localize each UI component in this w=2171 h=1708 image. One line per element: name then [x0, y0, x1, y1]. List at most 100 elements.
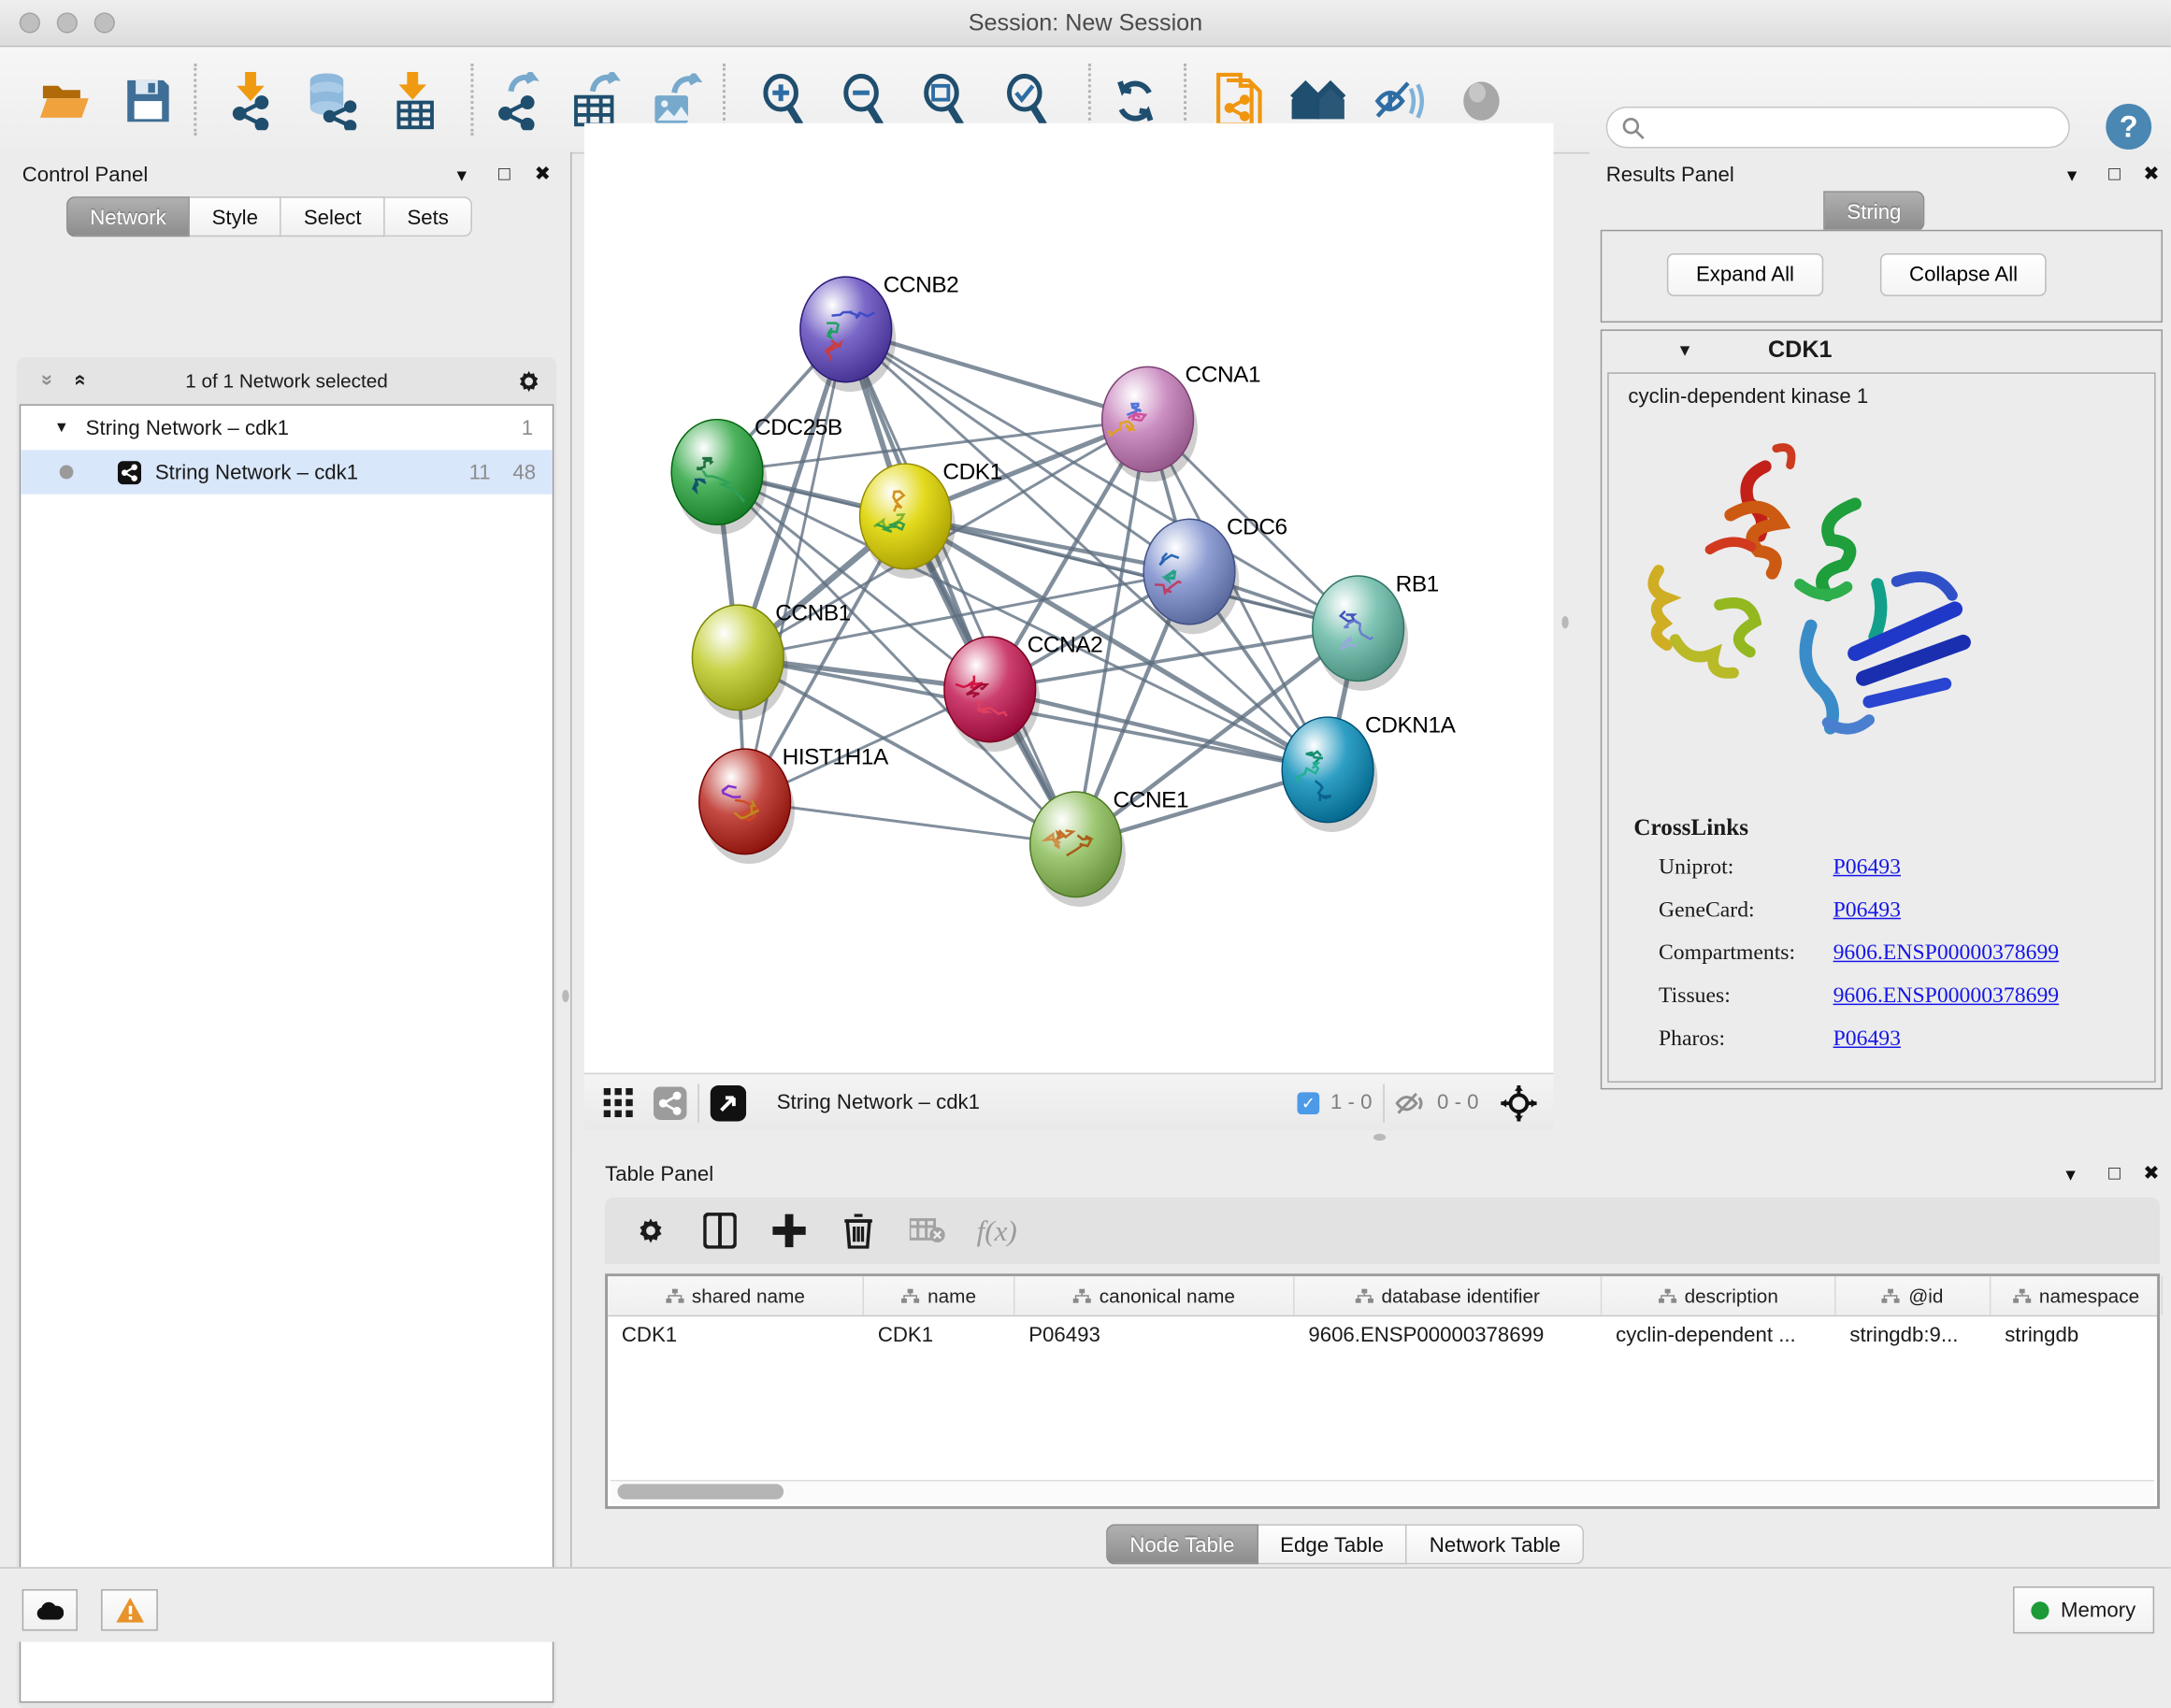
collection-expand-icon[interactable]: ▼: [54, 420, 69, 437]
delete-column-icon[interactable]: [824, 1203, 893, 1258]
panel-splitter-handle[interactable]: [562, 990, 568, 1002]
network-node-CDKN1A[interactable]: [1282, 717, 1373, 823]
column-header--id[interactable]: @id: [1836, 1276, 1991, 1314]
table-cell[interactable]: CDK1: [864, 1316, 1014, 1357]
open-session-icon[interactable]: [35, 72, 95, 130]
network-collection-row[interactable]: ▼ String Network – cdk1 1: [21, 406, 553, 450]
results-panel-close-icon[interactable]: ✖: [2143, 162, 2159, 185]
table-cell[interactable]: stringdb:9...: [1836, 1316, 1991, 1357]
column-header-label: @id: [1908, 1285, 1943, 1307]
tab-network-table[interactable]: Network Table: [1407, 1524, 1584, 1564]
network-node-CCNA1[interactable]: [1102, 366, 1194, 472]
crosslink-link[interactable]: P06493: [1833, 855, 1901, 881]
column-header-namespace[interactable]: namespace: [1991, 1276, 2163, 1314]
expand-all-button[interactable]: Expand All: [1667, 253, 1823, 296]
warnings-button[interactable]: [101, 1589, 158, 1630]
collapse-all-button[interactable]: Collapse All: [1880, 253, 2047, 296]
table-panel-float-icon[interactable]: □: [2108, 1161, 2121, 1184]
network-node-CCNB1[interactable]: [692, 605, 784, 710]
column-header-canonical-name[interactable]: canonical name: [1014, 1276, 1294, 1314]
network-graph[interactable]: CCNB2CCNA1CDC25BCDK1CDC6RB1CCNB1CCNA2CDK…: [584, 123, 1554, 1073]
refresh-style-icon[interactable]: [1105, 72, 1166, 130]
show-columns-icon[interactable]: [685, 1203, 755, 1258]
network-node-CDC25B[interactable]: [671, 420, 763, 525]
node-table[interactable]: shared namenamecanonical namedatabase id…: [605, 1273, 2160, 1509]
network-node-RB1[interactable]: [1313, 576, 1404, 682]
table-horizontal-scrollbar[interactable]: [611, 1480, 2154, 1503]
string-import-icon[interactable]: [1207, 72, 1268, 130]
network-node-CDK1[interactable]: [860, 464, 952, 569]
control-panel-menu-icon[interactable]: ▾: [457, 164, 467, 187]
memory-button[interactable]: Memory: [2013, 1586, 2154, 1633]
tab-edge-table[interactable]: Edge Table: [1258, 1524, 1407, 1564]
birdseye-view-icon[interactable]: [711, 1084, 747, 1121]
import-table-file-icon[interactable]: [385, 72, 446, 130]
tab-style[interactable]: Style: [190, 196, 281, 237]
crosslink-row: Compartments:9606.ENSP00000378699: [1659, 941, 2143, 967]
column-header-shared-name[interactable]: shared name: [608, 1276, 864, 1314]
network-options-gear-icon[interactable]: [515, 366, 543, 395]
cloud-button[interactable]: [22, 1589, 78, 1630]
selected-checkbox-icon[interactable]: ✓: [1297, 1092, 1319, 1114]
crosslink-link[interactable]: P06493: [1833, 1027, 1901, 1053]
search-input[interactable]: [1606, 107, 2070, 148]
table-cell[interactable]: CDK1: [608, 1316, 864, 1357]
crosslink-link[interactable]: P06493: [1833, 898, 1901, 924]
control-panel-float-icon[interactable]: □: [498, 162, 510, 184]
crosslink-link[interactable]: 9606.ENSP00000378699: [1833, 941, 2060, 967]
network-node-CDC6[interactable]: [1143, 519, 1235, 624]
warning-icon: [116, 1598, 144, 1623]
table-cell[interactable]: stringdb: [1991, 1316, 2163, 1357]
export-network-icon[interactable]: [487, 72, 548, 130]
results-panel-float-icon[interactable]: □: [2108, 162, 2121, 184]
search-field[interactable]: [1645, 115, 2068, 140]
table-cell[interactable]: 9606.ENSP00000378699: [1295, 1316, 1603, 1357]
result-collapse-icon[interactable]: ▼: [1676, 340, 1693, 360]
node-position-icon[interactable]: [1501, 1084, 1537, 1121]
export-table-icon[interactable]: [565, 72, 625, 130]
zoom-selected-icon[interactable]: [997, 72, 1057, 130]
table-row[interactable]: CDK1CDK1P064939606.ENSP00000378699cyclin…: [608, 1316, 2157, 1357]
column-header-database-identifier[interactable]: database identifier: [1295, 1276, 1603, 1314]
network-node-CCNB2[interactable]: [800, 277, 892, 382]
zoom-in-icon[interactable]: [754, 72, 814, 130]
save-session-icon[interactable]: [118, 72, 179, 130]
results-panel-menu-icon[interactable]: ▾: [2067, 164, 2077, 187]
network-edge-CCNA2-CDKN1A[interactable]: [990, 689, 1328, 769]
zoom-out-icon[interactable]: [833, 72, 894, 130]
add-column-icon[interactable]: [755, 1203, 824, 1258]
sphere-view-icon[interactable]: [1451, 72, 1512, 130]
network-canvas[interactable]: CCNB2CCNA1CDC25BCDK1CDC6RB1CCNB1CCNA2CDK…: [584, 123, 1554, 1073]
table-cell[interactable]: cyclin-dependent ...: [1602, 1316, 1835, 1357]
tab-string[interactable]: String: [1823, 191, 1924, 231]
tab-network[interactable]: Network: [66, 196, 190, 237]
table-panel-close-icon[interactable]: ✖: [2143, 1161, 2159, 1184]
import-network-database-icon[interactable]: [302, 72, 363, 130]
help-icon[interactable]: ?: [2106, 104, 2151, 150]
table-panel-menu-icon[interactable]: ▾: [2065, 1163, 2075, 1186]
crosslink-link[interactable]: 9606.ENSP00000378699: [1833, 984, 2060, 1010]
current-network-indicator: [60, 466, 74, 480]
control-panel-close-icon[interactable]: ✖: [535, 162, 551, 185]
tab-select[interactable]: Select: [281, 196, 385, 237]
results-splitter-handle[interactable]: [1561, 616, 1568, 628]
grid-view-icon[interactable]: [604, 1087, 635, 1118]
import-network-file-icon[interactable]: [222, 72, 282, 130]
network-view-icon[interactable]: [654, 1086, 687, 1120]
table-splitter-handle[interactable]: [1373, 1134, 1386, 1141]
enhance-labels-icon[interactable]: [1370, 72, 1431, 130]
string-home-icon[interactable]: [1287, 72, 1348, 130]
network-row[interactable]: String Network – cdk1 11 48: [21, 450, 553, 494]
zoom-fit-icon[interactable]: [913, 72, 974, 130]
network-node-CCNA2[interactable]: [944, 637, 1036, 742]
scrollbar-thumb[interactable]: [617, 1484, 784, 1499]
network-edge-CCNB2-HIST1H1A[interactable]: [745, 329, 846, 801]
tab-sets[interactable]: Sets: [385, 196, 472, 237]
table-options-gear-icon[interactable]: [616, 1203, 685, 1258]
column-header-description[interactable]: description: [1602, 1276, 1835, 1314]
export-image-icon[interactable]: [645, 72, 706, 130]
tab-node-table[interactable]: Node Table: [1106, 1524, 1258, 1564]
column-header-name[interactable]: name: [864, 1276, 1014, 1314]
table-cell[interactable]: P06493: [1014, 1316, 1294, 1357]
network-node-CCNE1[interactable]: [1030, 792, 1122, 897]
